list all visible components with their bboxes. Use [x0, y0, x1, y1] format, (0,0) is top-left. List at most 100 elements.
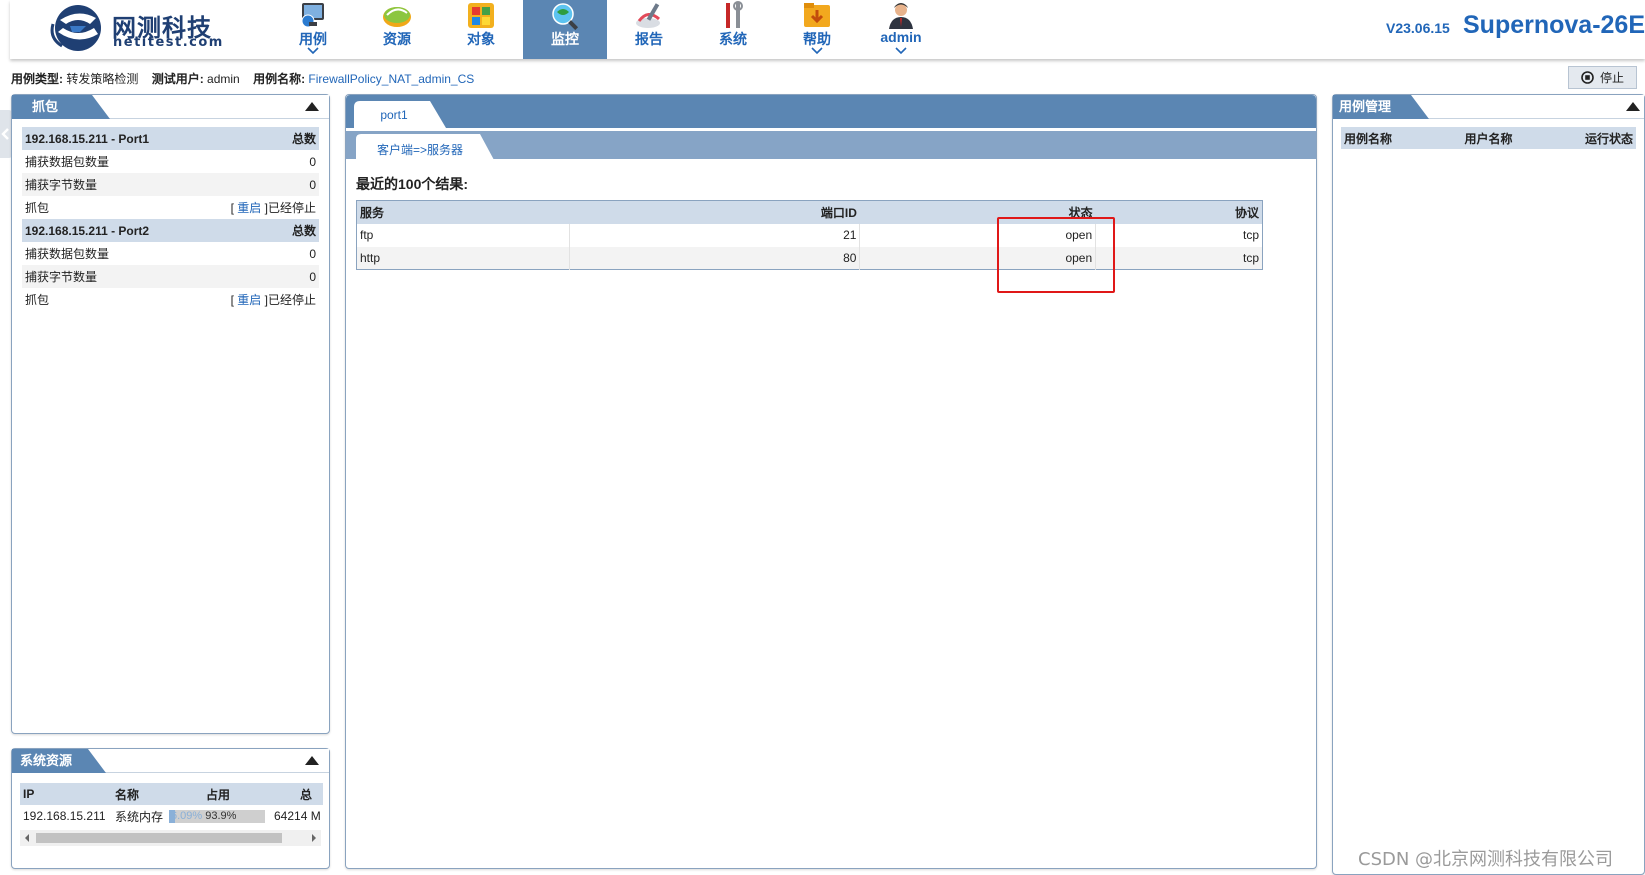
- nav-monitor[interactable]: 监控: [523, 0, 607, 59]
- monitor-magnifier-icon: [552, 3, 579, 30]
- cell-protocol: tcp: [1242, 228, 1259, 242]
- case-name-key: 用例名称:: [253, 72, 306, 86]
- nav-label: 系统: [719, 31, 747, 47]
- nav-label: 对象: [467, 31, 495, 47]
- capture-panel-header: 抓包: [12, 95, 329, 119]
- product-name: Supernova-26E: [1463, 11, 1645, 39]
- col-usage: 占用: [166, 783, 268, 805]
- capture-table: 192.168.15.211 - Port1 总数 捕获数据包数量 0 捕获字节…: [22, 127, 319, 311]
- total-label: 总数: [196, 219, 319, 242]
- nav-objects[interactable]: 对象: [439, 0, 523, 59]
- scroll-right-icon[interactable]: [310, 833, 318, 843]
- table-row: 捕获字节数量 0: [22, 265, 319, 288]
- port-tab-bar: port1: [346, 95, 1316, 128]
- nav-label: admin: [880, 29, 922, 45]
- nav-reports[interactable]: 报告: [607, 0, 691, 59]
- user-icon: [889, 3, 913, 29]
- case-mgmt-header: 用例管理: [1333, 95, 1644, 119]
- case-mgmt-panel: 用例管理 用例名称 用户名称 运行状态: [1332, 94, 1645, 875]
- resources-panel-header: 系统资源: [12, 749, 329, 773]
- collapse-up-icon[interactable]: [305, 101, 319, 111]
- logo-en-text: netitest.com: [113, 35, 224, 50]
- monitor-panel: port1 客户端=>服务器 最近的100个结果: 服务 端口ID 状态 协议 …: [345, 94, 1317, 869]
- nav-cases[interactable]: 用例: [271, 0, 355, 59]
- res-name: 系统内存: [115, 809, 164, 824]
- restart-link[interactable]: 重启: [237, 293, 261, 307]
- cell-service: http: [356, 246, 570, 270]
- packets-label: 捕获数据包数量: [25, 247, 110, 261]
- highlight-box: [997, 217, 1115, 293]
- col-port-id: 端口ID: [569, 200, 860, 224]
- collapse-up-icon[interactable]: [305, 755, 319, 765]
- test-user-value: admin: [207, 72, 240, 86]
- col-total: 总: [268, 783, 323, 805]
- nav-system[interactable]: 系统: [691, 0, 775, 59]
- case-table-header: 用例名称 用户名称 运行状态: [1341, 127, 1636, 149]
- col-protocol: 协议: [1095, 200, 1263, 224]
- case-mgmt-title: 用例管理: [1333, 95, 1429, 119]
- capture-status: [ 重启 ]已经停止: [230, 201, 316, 215]
- bytes-value: 0: [196, 265, 319, 288]
- help-folder-icon: [804, 3, 830, 27]
- table-row: 抓包 [ 重启 ]已经停止: [22, 288, 319, 311]
- case-type-value: 转发策略检测: [66, 72, 139, 86]
- main-nav: 用例 资源 对象 监控 报告 系统 帮助 admin: [271, 0, 943, 59]
- table-row: ftp 21 open tcp: [356, 223, 1263, 247]
- logo-globe-icon: [50, 5, 101, 51]
- scroll-thumb[interactable]: [36, 833, 282, 843]
- case-info-bar: 用例类型: 转发策略检测 测试用户: admin 用例名称: FirewallP…: [11, 70, 484, 87]
- packets-label: 捕获数据包数量: [25, 155, 110, 169]
- cell-port: 21: [569, 223, 861, 247]
- table-row: 捕获数据包数量 0: [22, 150, 319, 173]
- resources-panel-title: 系统资源: [12, 749, 106, 773]
- nav-label: 帮助: [803, 31, 831, 47]
- nav-resources[interactable]: 资源: [355, 0, 439, 59]
- stop-button[interactable]: 停止: [1568, 66, 1637, 89]
- nav-label: 监控: [551, 31, 579, 47]
- horizontal-scrollbar[interactable]: [20, 830, 321, 846]
- watermark: CSDN @北京网测科技有限公司: [1358, 849, 1614, 870]
- cell-port: 80: [569, 246, 861, 270]
- case-name-link[interactable]: FirewallPolicy_NAT_admin_CS: [308, 72, 474, 86]
- table-row: http 80 open tcp: [356, 246, 1263, 270]
- nav-admin[interactable]: admin: [859, 0, 943, 59]
- case-type-key: 用例类型:: [11, 72, 63, 86]
- logo: 网测科技 netitest.com: [50, 2, 230, 54]
- cell-protocol: tcp: [1095, 246, 1263, 270]
- objects-grid-icon: [468, 3, 494, 28]
- packets-value: 0: [309, 154, 316, 169]
- capture-status: [ 重启 ]已经停止: [230, 293, 316, 307]
- nav-help[interactable]: 帮助: [775, 0, 859, 59]
- cell-service: ftp: [356, 223, 570, 247]
- res-usage: 6.09% 93.9%: [166, 805, 268, 827]
- res-ip: 192.168.15.211: [23, 809, 106, 823]
- table-row: 捕获数据包数量 0: [22, 242, 319, 265]
- bytes-label: 捕获字节数量: [22, 173, 197, 196]
- scroll-left-icon[interactable]: [23, 833, 31, 843]
- chevron-down-icon: [811, 47, 823, 55]
- chevron-left-icon: [1, 128, 9, 140]
- collapse-up-icon[interactable]: [1626, 101, 1640, 111]
- result-title: 最近的100个结果:: [356, 176, 469, 192]
- tools-icon: [726, 1, 743, 28]
- col-case-name: 用例名称: [1344, 131, 1393, 146]
- report-pen-icon: [636, 3, 661, 28]
- stop-label: 停止: [1599, 71, 1624, 85]
- col-ip: IP: [20, 783, 112, 805]
- nav-label: 用例: [299, 31, 327, 47]
- direction-tab-bar: 客户端=>服务器: [346, 131, 1316, 160]
- port-row: 192.168.15.211 - Port2 总数: [22, 219, 319, 242]
- version-label: V23.06.15: [1386, 20, 1450, 36]
- col-user-name: 用户名称: [1464, 131, 1513, 146]
- table-row: 抓包 [ 重启 ]已经停止: [22, 196, 319, 219]
- total-label: 总数: [196, 127, 319, 150]
- usage-percent: 6.09%: [171, 810, 203, 822]
- stop-circle-icon: [1581, 71, 1594, 84]
- capture-panel: 抓包 192.168.15.211 - Port1 总数 捕获数据包数量 0 捕…: [11, 94, 330, 734]
- capture-panel-title: 抓包: [12, 95, 110, 119]
- restart-link[interactable]: 重启: [237, 201, 261, 215]
- top-bar: 网测科技 netitest.com 用例 资源 对象 监控 报告 系统 帮助 a…: [10, 0, 1645, 59]
- usage-bar: 6.09% 93.9%: [169, 810, 265, 823]
- col-service: 服务: [356, 200, 570, 224]
- test-user-key: 测试用户:: [151, 72, 204, 86]
